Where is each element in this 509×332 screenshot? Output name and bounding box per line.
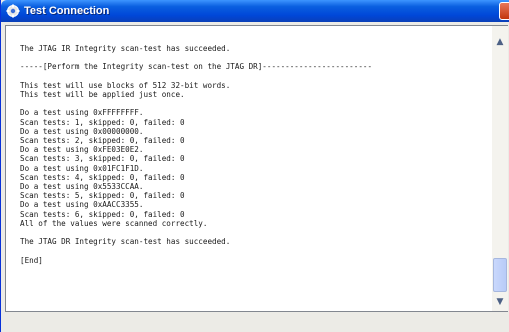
chevron-down-icon[interactable]: ▼ [492,294,508,310]
log-line: Scan tests: 3, skipped: 0, failed: 0 [20,154,185,164]
log-line: The JTAG DR Integrity scan-test has succ… [20,237,231,247]
window-title: Test Connection [24,5,110,17]
log-line: This test will use blocks of 512 32-bit … [20,80,231,90]
log-line: Do a test using 0x5533CCAA. [20,182,144,192]
log-line: -----[Perform the Integrity scan-test on… [20,62,373,72]
log-line: Do a test using 0x01FC1F1D. [20,163,144,173]
log-line: Scan tests: 5, skipped: 0, failed: 0 [20,191,185,201]
chevron-up-icon[interactable]: ▲ [492,34,508,50]
test-connection-window: Test Connection The JTAG IR Integrity sc… [0,0,509,332]
log-line: Do a test using 0xFE03E0E2. [20,145,144,155]
title-bar[interactable]: Test Connection [1,0,509,22]
log-line: Scan tests: 4, skipped: 0, failed: 0 [20,172,185,182]
window-footer [5,314,508,332]
gear-icon [6,4,20,18]
log-line: Do a test using 0x00000000. [20,126,144,136]
log-line: Scan tests: 2, skipped: 0, failed: 0 [20,136,185,146]
log-output: The JTAG IR Integrity scan-test has succ… [20,44,490,265]
log-line: All of the values were scanned correctly… [20,218,208,228]
scroll-thumb[interactable] [493,258,507,292]
log-line: The JTAG IR Integrity scan-test has succ… [20,44,231,53]
log-line: This test will be applied just once. [20,90,185,100]
log-line: [End] [20,255,43,265]
log-line: Scan tests: 1, skipped: 0, failed: 0 [20,117,185,127]
close-button[interactable] [499,2,509,20]
log-line: Scan tests: 6, skipped: 0, failed: 0 [20,209,185,219]
log-panel[interactable]: The JTAG IR Integrity scan-test has succ… [5,25,508,312]
vertical-scrollbar[interactable]: ▲ ▼ [492,26,508,311]
log-line: Do a test using 0xAACC3355. [20,200,144,210]
log-line: Do a test using 0xFFFFFFFF. [20,108,144,118]
